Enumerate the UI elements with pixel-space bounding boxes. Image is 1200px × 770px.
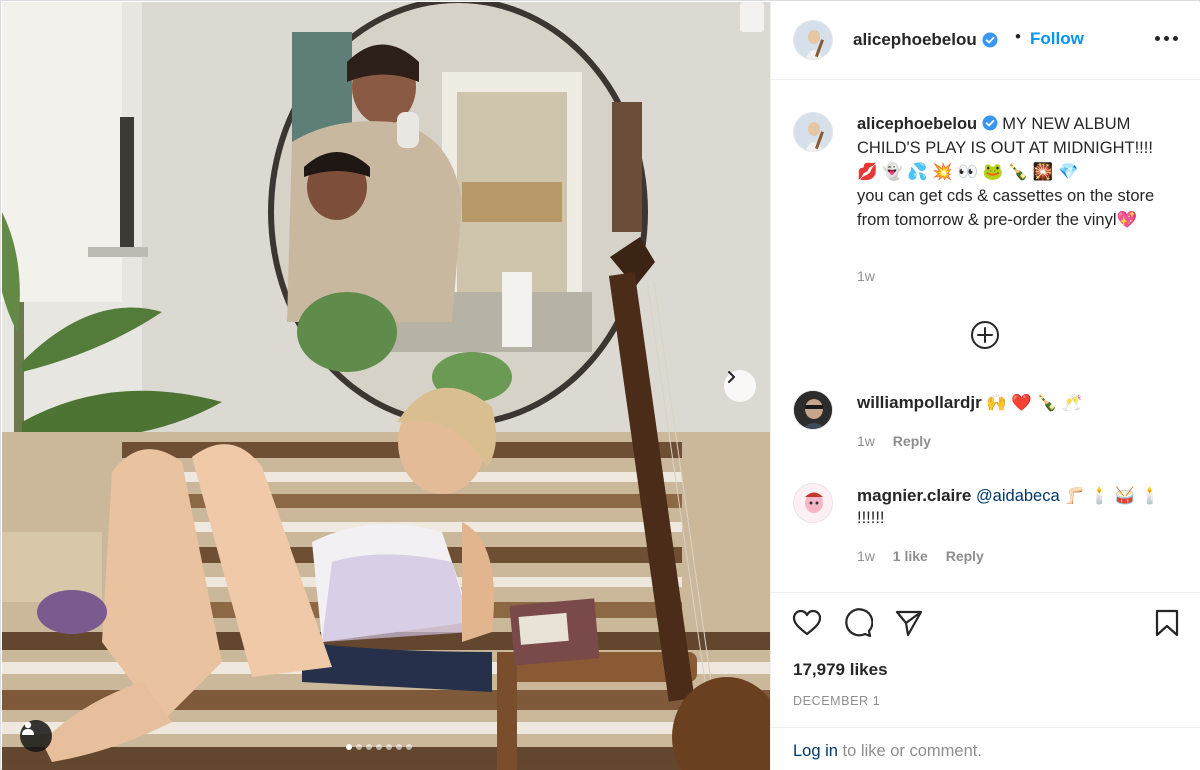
more-dot bbox=[1173, 36, 1178, 41]
login-prompt: Log in to like or comment. bbox=[793, 742, 982, 761]
bookmark-icon bbox=[1155, 609, 1179, 637]
slide-dot[interactable] bbox=[366, 744, 372, 750]
photo-illustration bbox=[2, 2, 770, 770]
more-options-button[interactable] bbox=[1153, 30, 1180, 47]
slide-dot[interactable] bbox=[406, 744, 412, 750]
likes-count[interactable]: 17,979 likes bbox=[793, 660, 888, 680]
author-avatar[interactable] bbox=[793, 20, 833, 60]
comment-meta: 1w Reply bbox=[857, 433, 931, 449]
plus-circle-icon bbox=[971, 321, 999, 349]
caption-avatar-image bbox=[794, 113, 832, 151]
slide-dot[interactable] bbox=[376, 744, 382, 750]
comment-timestamp[interactable]: 1w bbox=[857, 548, 875, 564]
comment-meta: 1w 1 like Reply bbox=[857, 548, 984, 564]
post-photo[interactable] bbox=[2, 2, 770, 770]
comment-timestamp[interactable]: 1w bbox=[857, 433, 875, 449]
slide-dot[interactable] bbox=[386, 744, 392, 750]
post-caption: alicephoebelou MY NEW ALBUM CHILD'S PLAY… bbox=[857, 112, 1187, 232]
chevron-right-icon bbox=[728, 371, 735, 383]
comment-username[interactable]: magnier.claire bbox=[857, 486, 971, 505]
post-actions: 17,979 likes DECEMBER 1 Log in to like o… bbox=[771, 592, 1200, 770]
commenter-avatar[interactable] bbox=[793, 483, 833, 523]
caption-emojis: 💋 👻 💦 💥 👀 🐸 🍾 🎇 💎 bbox=[857, 163, 1079, 181]
like-button[interactable] bbox=[791, 607, 823, 639]
reply-button[interactable]: Reply bbox=[893, 433, 931, 449]
paper-plane-icon bbox=[895, 610, 923, 637]
slide-indicator bbox=[346, 744, 412, 750]
comment-item: magnier.claire @aidabeca 🦵🏻 🕯️ 🥁 🕯️ !!!!… bbox=[857, 485, 1187, 529]
verified-badge-icon bbox=[982, 115, 998, 131]
comment-likes[interactable]: 1 like bbox=[893, 548, 928, 564]
load-more-comments-button[interactable] bbox=[970, 320, 1000, 350]
caption-timestamp[interactable]: 1w bbox=[857, 268, 875, 284]
next-slide-button[interactable] bbox=[724, 370, 756, 402]
follow-button[interactable]: Follow bbox=[1030, 29, 1084, 49]
comment-item: williampollardjr 🙌 ❤️ 🍾 🥂 bbox=[857, 392, 1187, 414]
user-tag-icon bbox=[22, 721, 34, 735]
slide-dot[interactable] bbox=[396, 744, 402, 750]
comment-button[interactable] bbox=[842, 607, 874, 639]
login-link[interactable]: Log in bbox=[793, 742, 838, 760]
comment-body: 🙌 ❤️ 🍾 🥂 bbox=[986, 394, 1083, 412]
more-options-icon bbox=[1155, 36, 1160, 41]
comment-icon bbox=[845, 608, 873, 638]
share-button[interactable] bbox=[893, 607, 925, 639]
heart-icon bbox=[792, 609, 822, 636]
more-dot bbox=[1164, 36, 1169, 41]
login-prompt-text: to like or comment. bbox=[837, 742, 982, 760]
commenter-avatar-image bbox=[794, 484, 832, 522]
caption-username[interactable]: alicephoebelou bbox=[857, 115, 977, 133]
header-separator: • bbox=[1015, 27, 1021, 46]
comment-mention[interactable]: @aidabeca bbox=[976, 487, 1060, 505]
login-prompt-bar: Log in to like or comment. bbox=[771, 727, 1200, 770]
verified-badge-icon bbox=[982, 32, 998, 48]
comment-username[interactable]: williampollardjr bbox=[857, 393, 982, 412]
post-header: alicephoebelou • Follow bbox=[771, 2, 1200, 80]
post-details-panel: alicephoebelou • Follow alicephoebelou M… bbox=[770, 2, 1200, 770]
author-username[interactable]: alicephoebelou bbox=[853, 30, 977, 50]
caption-author-avatar[interactable] bbox=[793, 112, 833, 152]
tagged-users-button[interactable] bbox=[20, 720, 52, 752]
author-avatar-image bbox=[794, 21, 832, 59]
slide-dot[interactable] bbox=[346, 744, 352, 750]
slide-dot[interactable] bbox=[356, 744, 362, 750]
commenter-avatar[interactable] bbox=[793, 390, 833, 430]
commenter-avatar-image bbox=[794, 391, 832, 429]
save-button[interactable] bbox=[1151, 607, 1183, 639]
caption-body: you can get cds & cassettes on the store… bbox=[857, 187, 1155, 229]
instagram-post-window: alicephoebelou • Follow alicephoebelou M… bbox=[0, 0, 1200, 770]
reply-button[interactable]: Reply bbox=[946, 548, 984, 564]
post-date[interactable]: DECEMBER 1 bbox=[793, 694, 880, 708]
